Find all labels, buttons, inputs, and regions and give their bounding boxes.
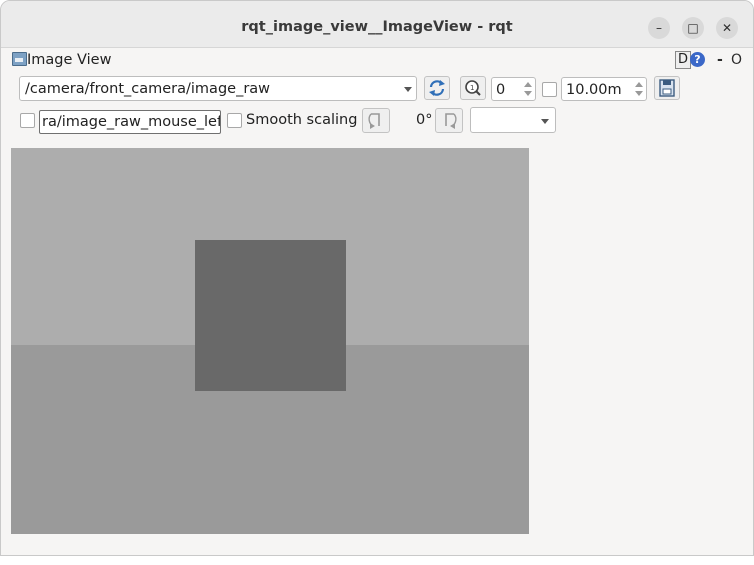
rate-up-icon[interactable] [635,82,643,87]
app-window: rqt_image_view__ImageView - rqt – □ ✕ Im… [0,0,754,556]
zoom-original-button[interactable]: 1 [460,76,486,100]
image-view-icon [12,52,27,66]
panel-title: Image View [27,52,112,68]
chevron-down-icon [404,87,412,92]
rate-checkbox[interactable] [542,82,557,97]
spin-up-icon[interactable] [524,82,532,87]
spin-down-icon[interactable] [524,91,532,96]
maximize-window-button[interactable]: □ [682,17,704,39]
mouse-publish-checkbox[interactable] [20,113,35,128]
close-window-button[interactable]: ✕ [716,17,738,39]
panel-close-button[interactable]: O [731,51,742,69]
title-bar: rqt_image_view__ImageView - rqt – □ ✕ [1,1,753,48]
smooth-scaling-checkbox[interactable] [227,113,242,128]
rotation-label: 0° [416,112,433,128]
image-display[interactable] [11,148,529,534]
topic-select-value: /camera/front_camera/image_raw [25,81,271,97]
rotate-left-icon [368,113,380,129]
chevron-down-icon [541,119,549,124]
dock-button[interactable]: D [675,51,691,69]
rate-down-icon[interactable] [635,91,643,96]
window-title: rqt_image_view__ImageView - rqt [241,19,513,35]
svg-text:1: 1 [470,84,474,92]
mouse-topic-input-value: ra/image_raw_mouse_left [42,114,221,130]
rotation-select[interactable] [470,107,556,133]
smooth-scaling-label: Smooth scaling [246,112,358,128]
minimize-window-button[interactable]: – [648,17,670,39]
panel-header: Image View D ? - O [11,51,746,69]
help-button[interactable]: ? [690,52,705,67]
mouse-topic-input[interactable]: ra/image_raw_mouse_left [39,110,221,134]
topic-select[interactable]: /camera/front_camera/image_raw [19,76,417,101]
refresh-icon [429,80,445,96]
image-box-object [195,240,346,391]
save-icon [659,79,675,97]
rotate-right-button[interactable] [435,108,463,133]
zoom-icon: 1 [465,80,481,96]
save-image-button[interactable] [654,76,680,100]
number-spinbox[interactable]: 0 [491,77,536,101]
rotate-left-button[interactable] [362,108,390,133]
rotate-right-icon [445,113,457,129]
refresh-topics-button[interactable] [424,76,450,100]
panel-minimize-button[interactable]: - [717,51,723,69]
rate-spinbox-value: 10.00m [566,82,622,98]
number-spinbox-value: 0 [496,82,506,98]
rate-spinbox[interactable]: 10.00m [561,77,647,101]
